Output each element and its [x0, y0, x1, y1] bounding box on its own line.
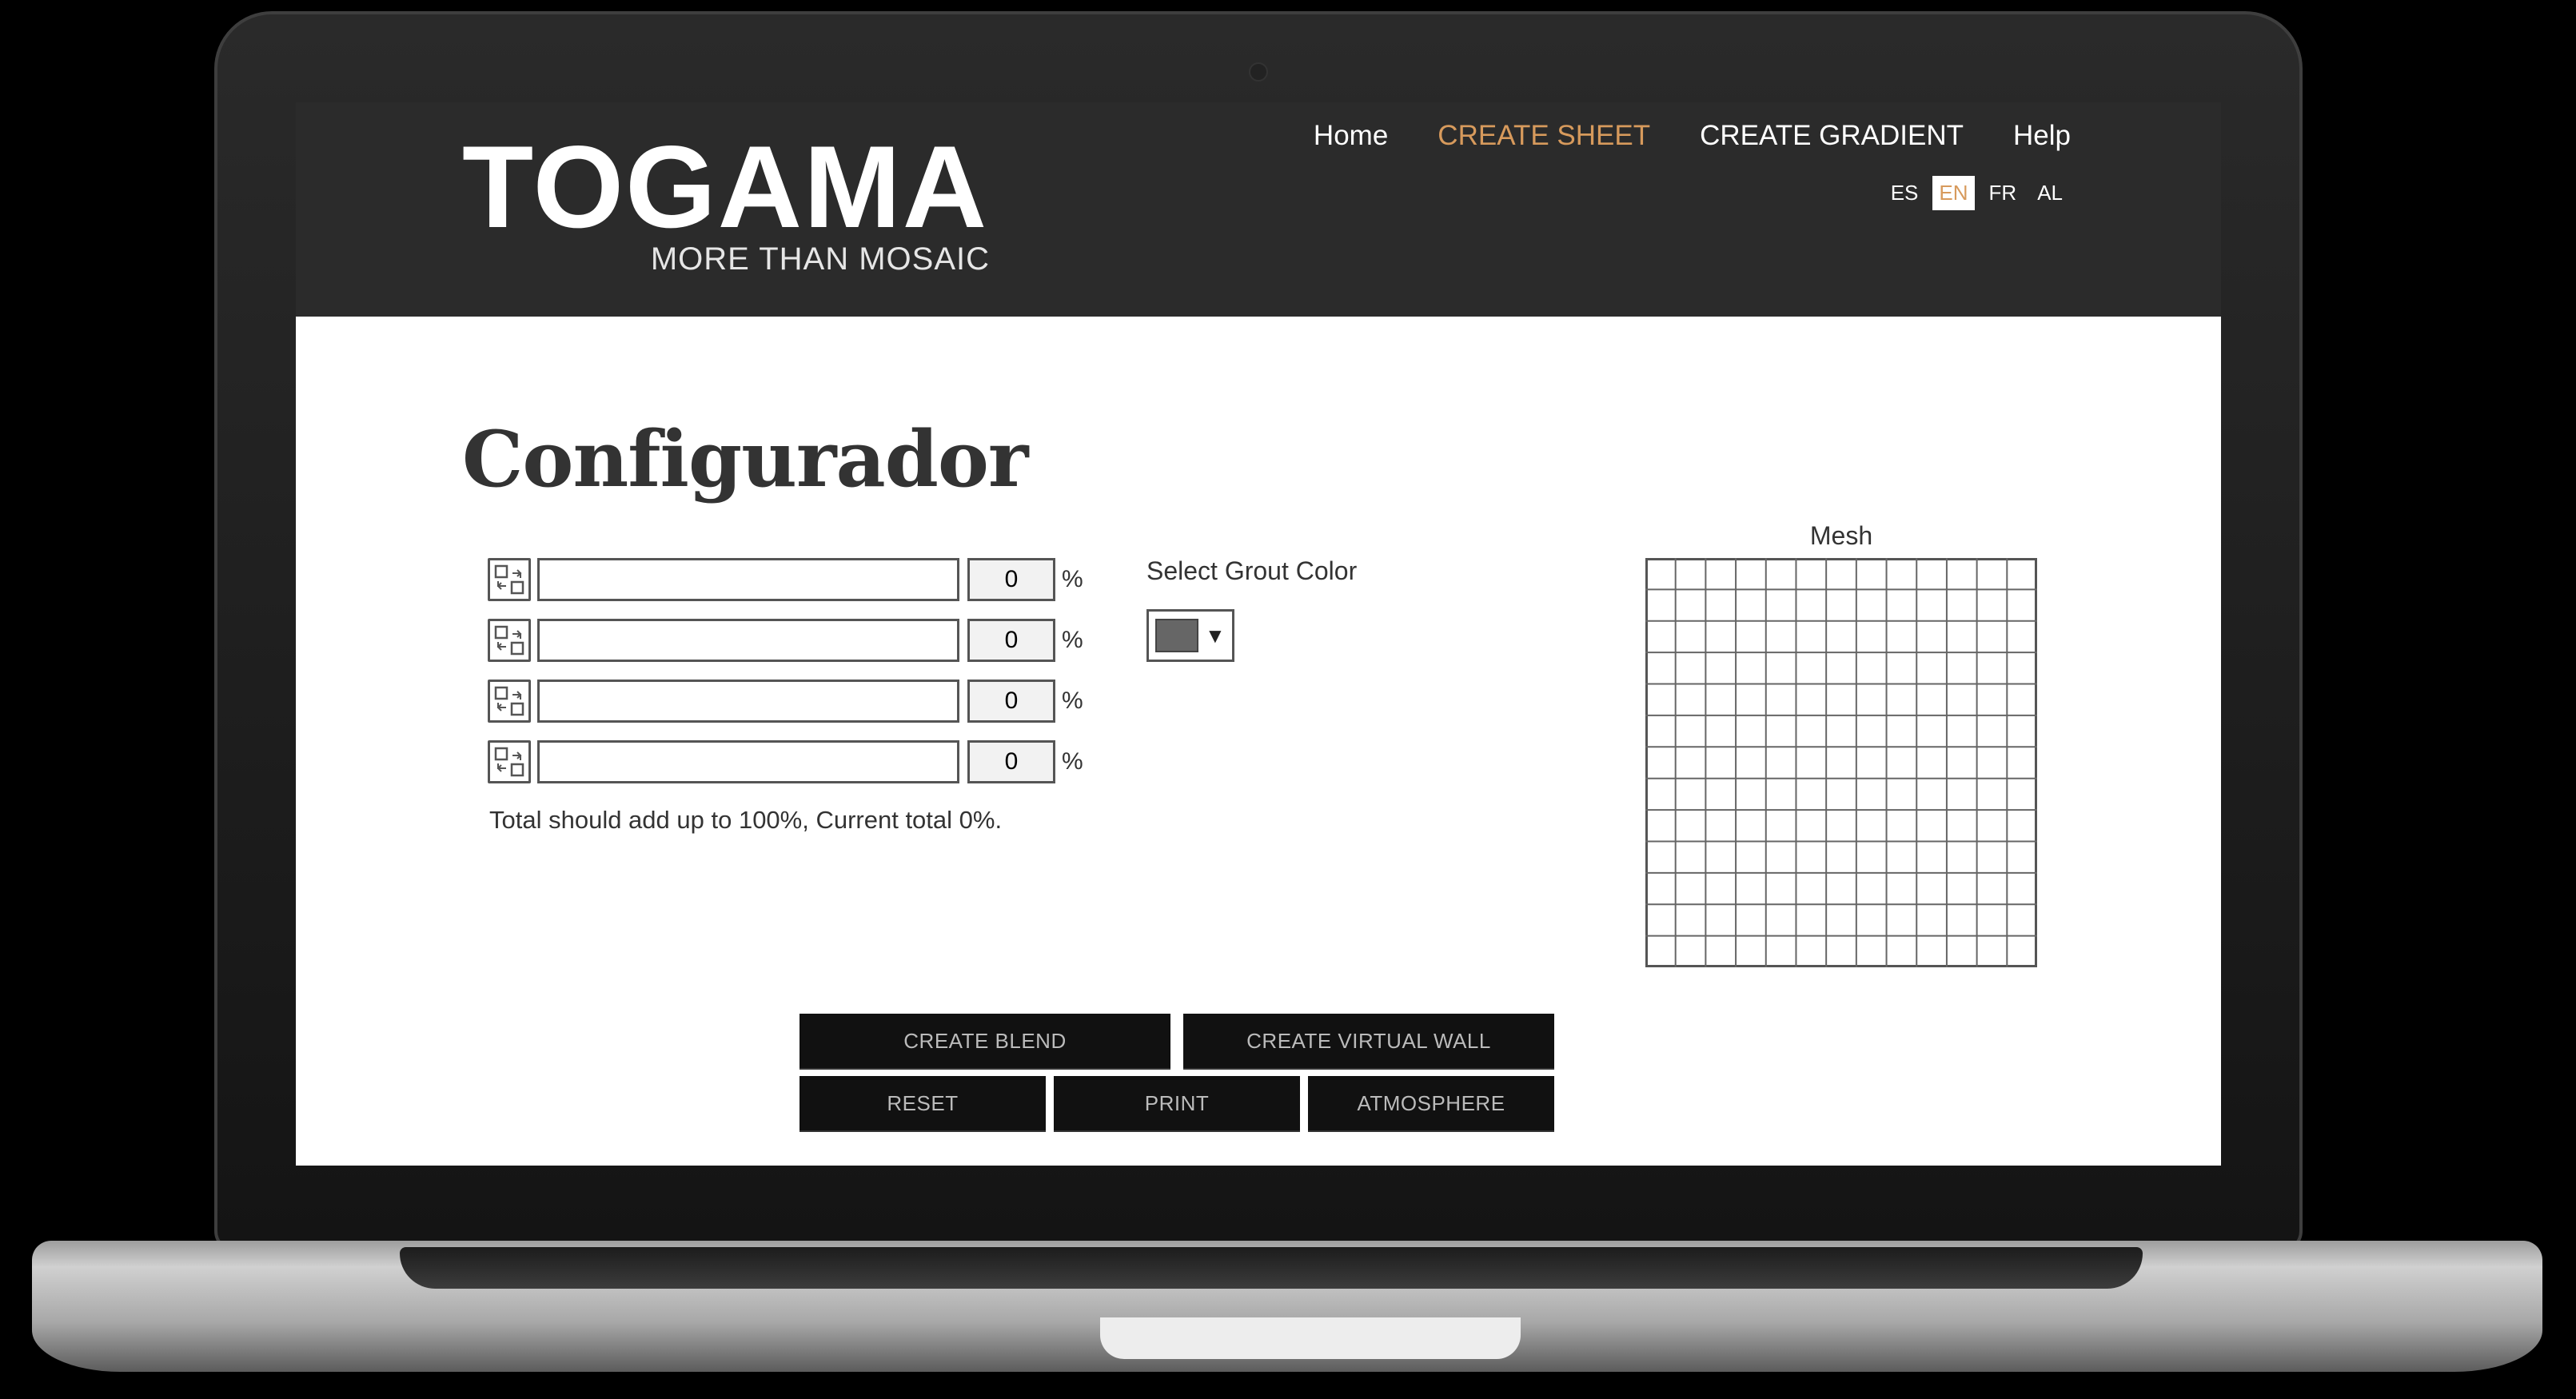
webcam — [1249, 62, 1268, 82]
total-message: Total should add up to 100%, Current tot… — [489, 806, 1003, 834]
blend-row: % — [488, 619, 1083, 662]
tile-name-input[interactable] — [537, 558, 959, 601]
laptop-screen: TOGAMA MORE THAN MOSAIC Home CREATE SHEE… — [296, 102, 2221, 1166]
percent-sign: % — [1062, 566, 1083, 592]
mesh-label: Mesh — [1809, 521, 1873, 550]
tile-name-input[interactable] — [537, 740, 959, 783]
dropdown-arrow-icon: ▼ — [1205, 623, 1226, 648]
nav-item-help[interactable]: Help — [2013, 120, 2071, 152]
create-blend-button[interactable]: CREATE BLEND — [800, 1014, 1170, 1068]
blend-row: % — [488, 740, 1083, 783]
brand-logo[interactable]: TOGAMA MORE THAN MOSAIC — [462, 120, 990, 304]
create-virtual-wall-button[interactable]: CREATE VIRTUAL WALL — [1183, 1014, 1554, 1068]
nav-item-create-sheet[interactable]: CREATE SHEET — [1438, 120, 1650, 152]
select-tile-icon[interactable] — [488, 558, 531, 601]
page-title: Configurador — [462, 414, 1028, 505]
grout-color-label: Select Grout Color — [1146, 556, 1358, 585]
percent-sign: % — [1062, 627, 1083, 653]
nav-item-home[interactable]: Home — [1314, 120, 1388, 152]
lang-en[interactable]: EN — [1932, 176, 1975, 210]
brand-name: TOGAMA — [462, 122, 989, 252]
main-nav: Home CREATE SHEET CREATE GRADIENT Help — [1314, 120, 2071, 152]
lang-fr[interactable]: FR — [1983, 176, 2024, 210]
mesh-grid[interactable] — [1645, 558, 2037, 967]
percent-input[interactable] — [967, 558, 1055, 601]
print-button[interactable]: PRINT — [1054, 1076, 1300, 1130]
percent-sign: % — [1062, 688, 1083, 714]
site-header: TOGAMA MORE THAN MOSAIC Home CREATE SHEE… — [296, 102, 2221, 317]
grout-color-swatch — [1155, 619, 1198, 652]
tile-name-input[interactable] — [537, 680, 959, 723]
select-tile-icon[interactable] — [488, 619, 531, 662]
select-tile-icon[interactable] — [488, 740, 531, 783]
blend-row: % — [488, 680, 1083, 723]
language-switcher: ES EN FR AL — [1884, 176, 2069, 210]
reset-button[interactable]: RESET — [800, 1076, 1046, 1130]
lang-al[interactable]: AL — [2031, 176, 2069, 210]
brand-tagline: MORE THAN MOSAIC — [650, 241, 990, 277]
percent-input[interactable] — [967, 619, 1055, 662]
percent-sign: % — [1062, 748, 1083, 775]
tile-name-input[interactable] — [537, 619, 959, 662]
percent-input[interactable] — [967, 680, 1055, 723]
select-tile-icon[interactable] — [488, 680, 531, 723]
percent-input[interactable] — [967, 740, 1055, 783]
lang-es[interactable]: ES — [1884, 176, 1925, 210]
atmosphere-button[interactable]: ATMOSPHERE — [1308, 1076, 1554, 1130]
laptop-trackpad-notch — [1100, 1317, 1521, 1359]
laptop-keyboard — [400, 1247, 2143, 1289]
grout-color-select[interactable]: ▼ — [1146, 609, 1234, 662]
blend-row: % — [488, 558, 1083, 601]
main-content: Configurador % % % — [296, 317, 2221, 1166]
nav-item-create-gradient[interactable]: CREATE GRADIENT — [1700, 120, 1964, 152]
